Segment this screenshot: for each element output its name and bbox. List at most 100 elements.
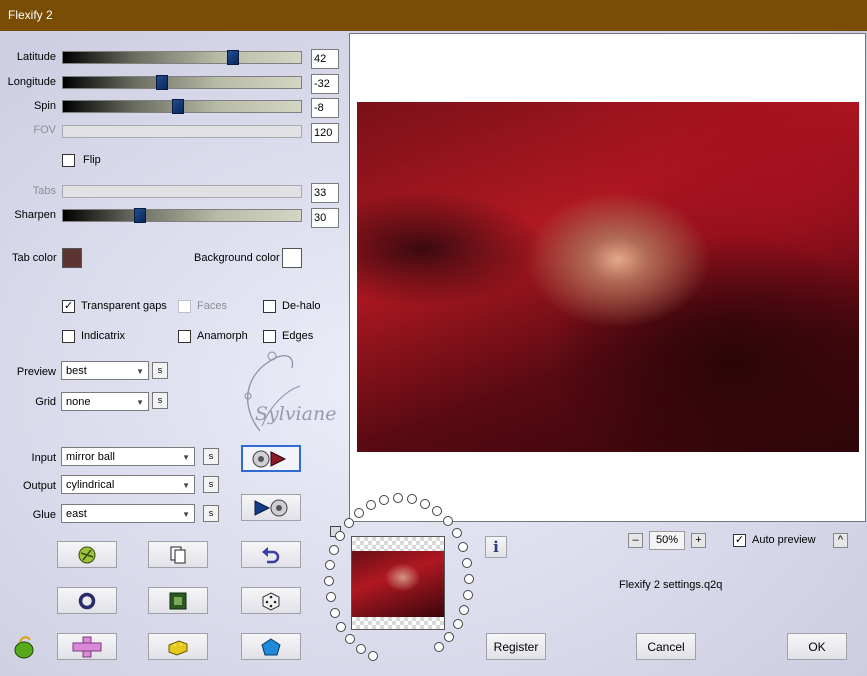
navigator-ring-dot[interactable] <box>354 508 364 518</box>
register-button[interactable]: Register <box>486 633 546 660</box>
undo-arrow-icon <box>262 546 280 563</box>
latitude-value[interactable]: 42 <box>311 49 339 69</box>
input-select[interactable]: mirror ball ▼ <box>61 447 195 466</box>
longitude-thumb[interactable] <box>156 75 168 90</box>
navigator-ring-dot[interactable] <box>434 642 444 652</box>
spin-thumb[interactable] <box>172 99 184 114</box>
latitude-thumb[interactable] <box>227 50 239 65</box>
zoom-in-button[interactable]: + <box>691 533 706 548</box>
longitude-slider[interactable] <box>62 75 302 90</box>
spin-value[interactable]: -8 <box>311 98 339 118</box>
transparent-gaps-checkbox[interactable]: ✓ <box>62 300 75 313</box>
glue-s-button[interactable]: s <box>203 505 219 522</box>
globe-random-icon <box>78 546 96 563</box>
brick-button[interactable] <box>148 633 208 660</box>
register-button-label: Register <box>493 639 539 654</box>
navigator-ring-dot[interactable] <box>356 644 366 654</box>
indicatrix-checkbox[interactable] <box>62 330 75 343</box>
navigator-ring-dot[interactable] <box>345 634 355 644</box>
latitude-slider[interactable] <box>62 50 302 65</box>
navigator-ring-dot[interactable] <box>420 499 430 509</box>
glue-select-value: east <box>66 508 87 520</box>
navigator-ring-dot[interactable] <box>368 651 378 661</box>
ok-button[interactable]: OK <box>787 633 847 660</box>
faces-checkbox <box>178 300 191 313</box>
navigator-ring-dot[interactable] <box>393 493 403 503</box>
navigator-ring-dot[interactable] <box>443 516 453 526</box>
grid-label: Grid <box>35 396 56 408</box>
output-s-button[interactable]: s <box>203 476 219 493</box>
cancel-button[interactable]: Cancel <box>636 633 696 660</box>
grid-select-value: none <box>66 396 91 408</box>
fov-slider <box>62 125 302 138</box>
tabs-value: 33 <box>311 183 339 203</box>
de-halo-checkbox[interactable] <box>263 300 276 313</box>
navigator-ring-dot[interactable] <box>444 632 454 642</box>
navigator-ring-dot[interactable] <box>464 574 474 584</box>
sharpen-value[interactable]: 30 <box>311 208 339 228</box>
pink-cross-icon <box>72 636 102 657</box>
zoom-out-button[interactable]: – <box>628 533 643 548</box>
yellow-brick-icon <box>168 639 188 656</box>
navigator-ring-dot[interactable] <box>432 506 442 516</box>
preview-select-value: best <box>66 365 87 377</box>
spin-slider[interactable] <box>62 99 302 114</box>
navigator-ring-dot[interactable] <box>326 592 336 602</box>
undo-button[interactable] <box>241 541 301 568</box>
navigator-ring-dot[interactable] <box>344 518 354 528</box>
ring-button[interactable] <box>57 587 117 614</box>
navigator-ring-dot[interactable] <box>453 619 463 629</box>
sharpen-thumb[interactable] <box>134 208 146 223</box>
grid-s-button[interactable]: s <box>152 392 168 409</box>
navigator-thumbnail[interactable] <box>351 536 445 630</box>
faces-label: Faces <box>197 300 227 312</box>
glue-select[interactable]: east ▼ <box>61 504 195 523</box>
navigator-ring-dot[interactable] <box>379 495 389 505</box>
preview-canvas[interactable] <box>349 33 866 522</box>
longitude-value[interactable]: -32 <box>311 74 339 94</box>
input-s-button[interactable]: s <box>203 448 219 465</box>
output-select-value: cylindrical <box>66 479 115 491</box>
preview-s-button[interactable]: s <box>152 362 168 379</box>
background-color-swatch[interactable] <box>282 248 302 268</box>
chevron-down-icon: ▼ <box>136 367 144 376</box>
navigator-ring-dot[interactable] <box>452 528 462 538</box>
navigator-ring-dot[interactable] <box>459 605 469 615</box>
square-button[interactable] <box>148 587 208 614</box>
random-globe-button[interactable] <box>57 541 117 568</box>
tabs-label: Tabs <box>32 185 56 197</box>
navigator-ring-dot[interactable] <box>407 494 417 504</box>
navigator-ring-dot[interactable] <box>325 560 335 570</box>
navigator-ring-dot[interactable] <box>458 542 468 552</box>
copy-button[interactable] <box>148 541 208 568</box>
navigator-ring-dot[interactable] <box>329 545 339 555</box>
dice-button[interactable] <box>241 587 301 614</box>
output-select[interactable]: cylindrical ▼ <box>61 475 195 494</box>
watermark-text: Sylviane <box>255 403 337 425</box>
tab-color-swatch[interactable] <box>62 248 82 268</box>
sharpen-slider[interactable] <box>62 208 302 223</box>
navigator-ring-dot[interactable] <box>330 608 340 618</box>
navigator-ring-dot[interactable] <box>335 531 345 541</box>
chevron-down-icon: ▼ <box>136 398 144 407</box>
navigator-ring-dot[interactable] <box>462 558 472 568</box>
cross-button[interactable] <box>57 633 117 660</box>
navigator-ring-dot[interactable] <box>463 590 473 600</box>
preview-select[interactable]: best ▼ <box>61 361 149 380</box>
pentagon-button[interactable] <box>241 633 301 660</box>
flip-checkbox[interactable] <box>62 154 75 167</box>
collapse-button[interactable]: ^ <box>833 533 848 548</box>
navigator-ring-dot[interactable] <box>366 500 376 510</box>
navigator-ring-dot[interactable] <box>336 622 346 632</box>
spin-label: Spin <box>33 100 56 112</box>
info-button[interactable]: i <box>485 536 507 558</box>
output-to-input-button[interactable] <box>241 494 301 521</box>
input-to-output-button[interactable] <box>241 445 301 472</box>
navigator-ring-dot[interactable] <box>324 576 334 586</box>
anamorph-checkbox[interactable] <box>178 330 191 343</box>
grid-select[interactable]: none ▼ <box>61 392 149 411</box>
auto-preview-label: Auto preview <box>752 534 816 546</box>
auto-preview-checkbox[interactable]: ✓ <box>733 534 746 547</box>
zoom-level: 50% <box>649 531 685 550</box>
tab-color-label: Tab color <box>12 252 57 264</box>
